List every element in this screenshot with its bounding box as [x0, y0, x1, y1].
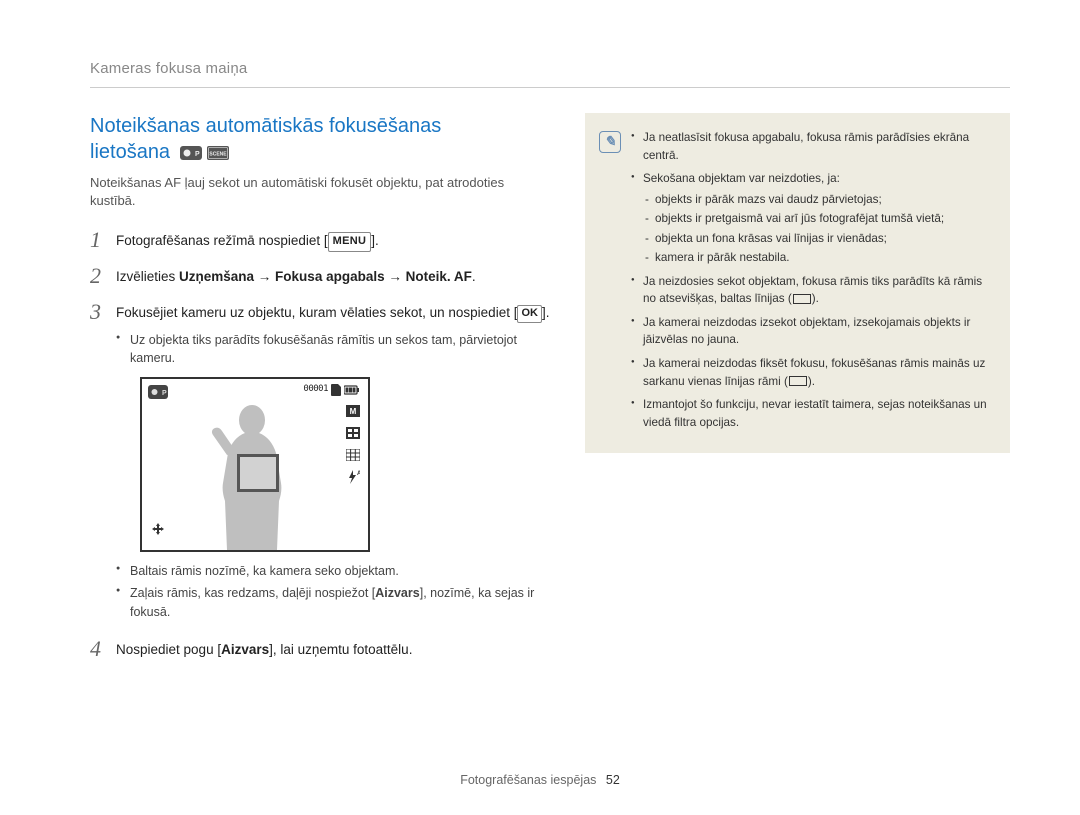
title-line-1: Noteikšanas automātiskās fokusēšanas	[90, 115, 441, 137]
footer-label: Fotografēšanas iespējas	[460, 773, 596, 787]
white-frame-icon	[793, 294, 811, 304]
flash-icon: A	[346, 471, 360, 483]
note-b2s2: objekts ir pretgaismā vai arī jūs fotogr…	[643, 210, 994, 228]
step-number: 2	[90, 264, 116, 288]
step4-post: ], lai uzņemtu fotoattēlu.	[269, 642, 412, 657]
svg-text:P: P	[195, 151, 200, 158]
step-body: Izvēlieties Uzņemšana → Fokusa apgabals …	[116, 264, 476, 287]
note-b2-sub: objekts ir pārāk mazs vai daudz pārvieto…	[643, 191, 994, 267]
scene-mode-icon: SCENE	[207, 146, 229, 160]
step3-sub1: Uz objekta tiks parādīts fokusēšanās rām…	[116, 331, 550, 367]
step-number: 4	[90, 637, 116, 661]
ok-button-label: OK	[517, 305, 542, 323]
left-column: Noteikšanas automātiskās fokusēšanas lie…	[90, 113, 550, 673]
note-b6: Izmantojot šo funkciju, nevar iestatīt t…	[631, 396, 994, 431]
page-header: Kameras fokusa maiņa	[90, 60, 1010, 88]
intro-paragraph: Noteikšanas AF ļauj sekot un automātiski…	[90, 174, 550, 210]
note-b3: Ja neizdosies sekot objektam, fokusa rām…	[631, 273, 994, 308]
focus-frame	[237, 454, 279, 492]
grid-icon	[346, 449, 360, 461]
note-b2s3: objekta un fona krāsas vai līnijas ir vi…	[643, 230, 994, 248]
step3-sub2: Baltais rāmis nozīmē, ka kamera seko obj…	[116, 562, 550, 580]
note-b2s4: kamera ir pārāk nestabila.	[643, 249, 994, 267]
step-3: 3 Fokusējiet kameru uz objektu, kuram vē…	[90, 300, 550, 624]
step2-bold: Uzņemšana → Fokusa apgabals → Noteik. AF	[179, 269, 472, 284]
note-b2: Sekošana objektam var neizdoties, ja: ob…	[631, 170, 994, 267]
note-b5: Ja kamerai neizdodas fiksēt fokusu, foku…	[631, 355, 994, 390]
title-line-2: lietošana	[90, 141, 170, 163]
note-b3-post: ).	[812, 292, 819, 305]
step-body: Fokusējiet kameru uz objektu, kuram vēla…	[116, 300, 550, 624]
note-b4: Ja kamerai neizdodas izsekot objektam, i…	[631, 314, 994, 349]
right-column: ✎ Ja neatlasīsit fokusa apgabalu, fokusa…	[585, 113, 1010, 673]
section-title: Noteikšanas automātiskās fokusēšanas lie…	[90, 113, 550, 166]
camera-side-icons: M A	[346, 405, 360, 483]
step2-text-pre: Izvēlieties	[116, 269, 179, 284]
step3-text-pre: Fokusējiet kameru uz objektu, kuram vēla…	[116, 305, 517, 320]
note-box: ✎ Ja neatlasīsit fokusa apgabalu, fokusa…	[585, 113, 1010, 453]
step-4: 4 Nospiediet pogu [Aizvars], lai uzņemtu…	[90, 637, 550, 661]
step-1: 1 Fotografēšanas režīmā nospiediet [MENU…	[90, 228, 550, 252]
step4-bold: Aizvars	[221, 642, 269, 657]
note-list: Ja neatlasīsit fokusa apgabalu, fokusa r…	[631, 129, 994, 437]
step3-sublist-bottom: Baltais rāmis nozīmē, ka kamera seko obj…	[116, 562, 550, 620]
step3-sub3-pre: Zaļais rāmis, kas redzams, daļēji nospie…	[130, 586, 375, 600]
step1-text-post: ].	[371, 233, 379, 248]
step3-sub3-bold: Aizvars	[375, 586, 419, 600]
sd-card-icon	[331, 384, 341, 396]
note-b2s1: objekts ir pārāk mazs vai daudz pārvieto…	[643, 191, 994, 209]
camera-mode-icon: P	[180, 146, 202, 160]
camera-top-left-icon: P	[148, 385, 168, 405]
two-column-layout: Noteikšanas automātiskās fokusēšanas lie…	[90, 113, 1010, 673]
step-body: Nospiediet pogu [Aizvars], lai uzņemtu f…	[116, 637, 412, 660]
svg-text:M: M	[350, 407, 357, 416]
quality-icon	[346, 427, 360, 439]
step3-text-post: ].	[542, 305, 550, 320]
step3-sublist-top: Uz objekta tiks parādīts fokusēšanās rām…	[116, 331, 550, 367]
step4-pre: Nospiediet pogu [	[116, 642, 221, 657]
camera-top-right: 00001	[303, 383, 360, 396]
step2-text-post: .	[472, 269, 476, 284]
svg-text:SCENE: SCENE	[210, 152, 228, 158]
step1-text-pre: Fotografēšanas režīmā nospiediet [	[116, 233, 328, 248]
shot-counter: 00001	[303, 383, 328, 396]
note-icon: ✎	[599, 131, 621, 153]
svg-text:A: A	[357, 471, 360, 477]
note-b5-post: ).	[808, 375, 815, 388]
step-number: 1	[90, 228, 116, 252]
camera-preview-illustration: P 00001 M	[140, 377, 370, 552]
menu-button-label: MENU	[328, 232, 372, 252]
red-frame-icon	[789, 376, 807, 386]
step-2: 2 Izvēlieties Uzņemšana → Fokusa apgabal…	[90, 264, 550, 288]
step3-sub3: Zaļais rāmis, kas redzams, daļēji nospie…	[116, 584, 550, 620]
svg-text:P: P	[162, 390, 167, 397]
step-body: Fotografēšanas režīmā nospiediet [MENU].	[116, 228, 379, 251]
note-b2-text: Sekošana objektam var neizdoties, ja:	[643, 172, 840, 185]
step-number: 3	[90, 300, 116, 324]
title-mode-icons: P SCENE	[180, 140, 230, 166]
page-footer: Fotografēšanas iespējas 52	[0, 773, 1080, 787]
battery-icon	[344, 385, 360, 395]
document-page: Kameras fokusa maiņa Noteikšanas automāt…	[0, 0, 1080, 815]
stabilization-icon	[150, 521, 166, 543]
note-b1: Ja neatlasīsit fokusa apgabalu, fokusa r…	[631, 129, 994, 164]
resolution-icon: M	[346, 405, 360, 417]
page-number: 52	[606, 773, 620, 787]
